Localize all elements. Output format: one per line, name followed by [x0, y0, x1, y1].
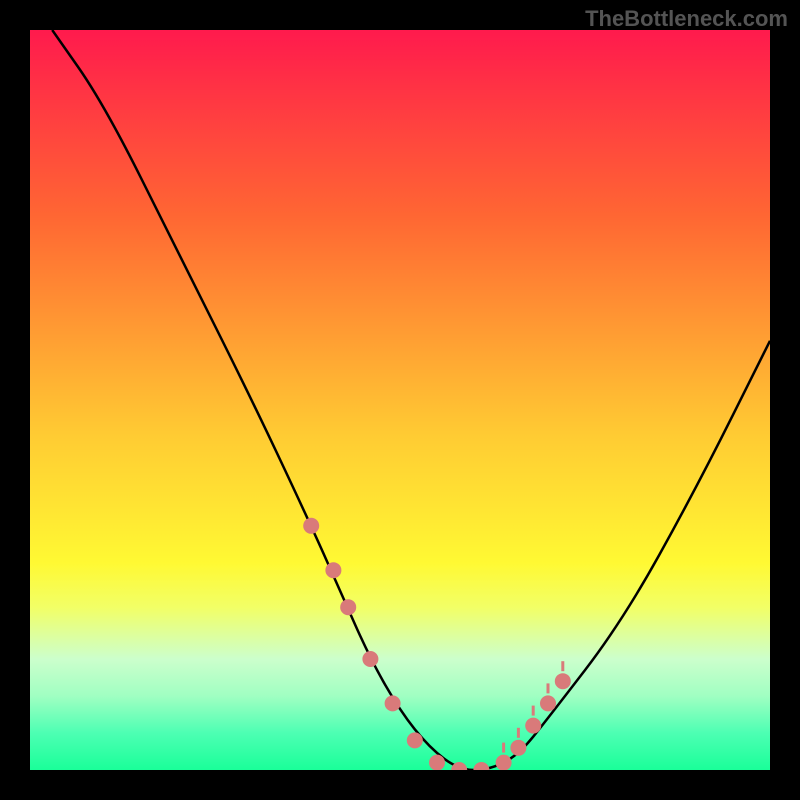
curve-marker-dot [510, 740, 526, 756]
curve-marker-dot [429, 755, 445, 770]
curve-marker-dot [303, 518, 319, 534]
curve-marker-dot [325, 562, 341, 578]
watermark-text: TheBottleneck.com [585, 6, 788, 32]
curve-marker-dot [496, 755, 512, 770]
curve-marker-dot [385, 695, 401, 711]
chart-plot-area [30, 30, 770, 770]
bottleneck-curve-path [52, 30, 770, 770]
curve-marker-dot [555, 673, 571, 689]
curve-marker-dot [540, 695, 556, 711]
curve-marker-dot [473, 762, 489, 770]
curve-markers [303, 518, 571, 770]
curve-marker-dot [362, 651, 378, 667]
bottleneck-curve-svg [30, 30, 770, 770]
curve-line [52, 30, 770, 770]
curve-marker-dot [407, 732, 423, 748]
curve-marker-dot [340, 599, 356, 615]
curve-marker-dot [525, 718, 541, 734]
curve-marker-dot [451, 762, 467, 770]
